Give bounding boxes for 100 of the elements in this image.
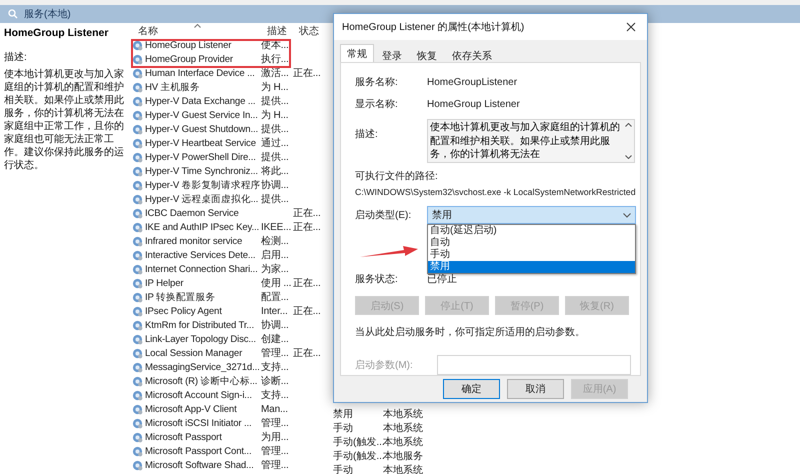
service-name[interactable]: IP Helper — [145, 278, 184, 288]
service-name[interactable]: Infrared monitor service — [145, 236, 242, 246]
service-name[interactable]: Local Session Manager — [145, 348, 242, 358]
dialog-button[interactable]: 取消 — [507, 379, 564, 399]
startup-type-select[interactable]: 禁用 — [427, 206, 636, 224]
table-cell-text: 本地系统 — [383, 464, 424, 474]
gear-icon — [132, 54, 143, 64]
table-cell-text: 手动 — [333, 464, 354, 474]
search-icon — [8, 9, 18, 19]
gear-icon — [132, 264, 143, 274]
table-cell-text: 为用... — [261, 430, 289, 444]
table-cell-text: 管理... — [261, 417, 289, 430]
service-name[interactable]: Microsoft (R) 诊断中心标... — [145, 374, 258, 388]
service-name[interactable]: Hyper-V Guest Shutdown... — [145, 124, 258, 134]
field-label: 启动参数(M): — [355, 358, 413, 372]
gear-icon — [132, 166, 143, 176]
path-label: 可执行文件的路径: — [355, 170, 439, 183]
service-name[interactable]: Hyper-V Guest Service In... — [145, 110, 258, 120]
table-cell-text: 管理... — [261, 347, 289, 360]
service-name[interactable]: Microsoft Account Sign-i... — [145, 390, 252, 400]
table-cell-text: 手动 — [333, 422, 354, 435]
gear-icon — [132, 292, 143, 302]
service-name[interactable]: Microsoft iSCSI Initiator ... — [145, 418, 252, 428]
column-header[interactable]: 描述 — [261, 24, 287, 38]
table-cell-text: 本地系统 — [383, 422, 424, 435]
table-cell-text: 正在... — [293, 277, 321, 290]
path-text: C:\WINDOWS\System32\svchost.exe -k LocalSystemNetworkRestricted — [355, 186, 636, 198]
dropdown-option[interactable]: 手动 — [428, 249, 635, 261]
chevron-icon — [623, 212, 631, 218]
service-name[interactable]: Hyper-V Data Exchange ... — [145, 96, 256, 106]
service-name[interactable]: HV 主机服务 — [145, 80, 200, 94]
table-cell-text: 管理... — [261, 459, 289, 472]
gear-icon — [132, 418, 143, 428]
table-cell-text: 正在... — [293, 67, 321, 80]
table-cell-text: 支持... — [261, 360, 289, 374]
gear-icon — [132, 152, 143, 162]
gear-icon — [132, 236, 143, 246]
service-name[interactable]: Hyper-V 卷影复制请求程序 — [145, 178, 260, 192]
gear-icon — [132, 222, 143, 232]
table-cell-text: 启用... — [261, 248, 289, 262]
service-name[interactable]: Hyper-V 远程桌面虚拟化... — [145, 192, 258, 206]
field-value: 已停止 — [427, 273, 458, 286]
table-cell-text: 将此... — [261, 164, 289, 178]
dropdown-option[interactable]: 自动(延迟启动) — [428, 225, 635, 237]
dialog-title: HomeGroup Listener 的属性(本地计算机) — [342, 20, 524, 34]
table-cell-text: 配置... — [261, 290, 289, 304]
table-cell-text: 为家... — [261, 262, 289, 276]
service-name[interactable]: IKE and AuthIP IPsec Key... — [145, 222, 259, 232]
service-name[interactable]: Link-Layer Topology Disc... — [145, 334, 256, 344]
service-name[interactable]: HomeGroup Listener — [145, 40, 232, 50]
service-name[interactable]: Hyper-V Heartbeat Service — [145, 138, 256, 148]
table-cell-text: 正在... — [293, 221, 321, 234]
service-name[interactable]: ICBC Daemon Service — [145, 208, 239, 218]
table-cell-text: 为 H... — [261, 80, 288, 94]
service-name[interactable]: Internet Connection Shari... — [145, 264, 258, 274]
table-cell-text: 正在... — [293, 347, 321, 360]
gear-icon — [132, 376, 143, 386]
tab[interactable]: 常规 — [340, 44, 374, 62]
field-label: 启动类型(E): — [355, 208, 412, 222]
dropdown-option[interactable]: 自动 — [428, 237, 635, 249]
gear-icon — [132, 138, 143, 148]
field-label: 服务状态: — [355, 272, 399, 286]
service-name[interactable]: Hyper-V Time Synchroniz... — [145, 166, 258, 176]
dialog-button[interactable]: 确定 — [443, 379, 500, 399]
scroll-up-icon — [624, 123, 632, 127]
table-cell-text: 为 H... — [261, 108, 288, 122]
table-cell-text: 本地服务 — [383, 450, 424, 463]
table-cell-text: 提供... — [261, 95, 289, 108]
dropdown-option[interactable]: 禁用 — [428, 261, 635, 273]
service-name[interactable]: KtmRm for Distributed Tr... — [145, 320, 254, 330]
table-cell-text: 协调... — [261, 318, 289, 332]
service-name[interactable]: Human Interface Device ... — [145, 68, 255, 78]
table-cell-text: 通过... — [261, 136, 289, 150]
table-cell-text: 本地系统 — [383, 408, 424, 421]
table-cell-text: 手动(触发... — [333, 436, 383, 449]
gear-icon — [132, 68, 143, 78]
gear-icon — [132, 404, 143, 414]
table-cell-text: 提供... — [261, 193, 289, 206]
table-cell-text: 检测... — [261, 234, 289, 248]
table-cell: IKEE... — [261, 222, 292, 232]
service-name[interactable]: Microsoft Passport — [145, 432, 222, 442]
gear-icon — [132, 320, 143, 330]
gear-icon — [132, 124, 143, 134]
service-name[interactable]: IP 转换配置服务 — [145, 290, 216, 304]
service-name[interactable]: Microsoft App-V Client — [145, 404, 237, 414]
column-header[interactable]: 名称 — [132, 24, 158, 38]
table-cell-text: 使用 ... — [261, 277, 292, 290]
service-name[interactable]: IPsec Policy Agent — [145, 306, 222, 316]
description-box[interactable]: 使本地计算机更改与加入家庭组的计算机的配置和维护相关联。如果停止或禁用此服务，你的计算机将无法在 — [427, 119, 635, 163]
table-cell-text: 使本... — [261, 39, 289, 52]
service-name[interactable]: Microsoft Software Shad... — [145, 460, 254, 470]
gear-icon — [132, 278, 143, 288]
service-name[interactable]: HomeGroup Provider — [145, 54, 233, 64]
service-name[interactable]: Interactive Services Dete... — [145, 250, 256, 260]
service-name[interactable]: MessagingService_3271d... — [145, 362, 260, 372]
service-name[interactable]: Hyper-V PowerShell Dire... — [145, 152, 256, 162]
gear-icon — [132, 180, 143, 190]
gear-icon — [132, 250, 143, 260]
column-header[interactable]: 状态 — [293, 24, 319, 38]
service-name[interactable]: Microsoft Passport Cont... — [145, 446, 252, 456]
